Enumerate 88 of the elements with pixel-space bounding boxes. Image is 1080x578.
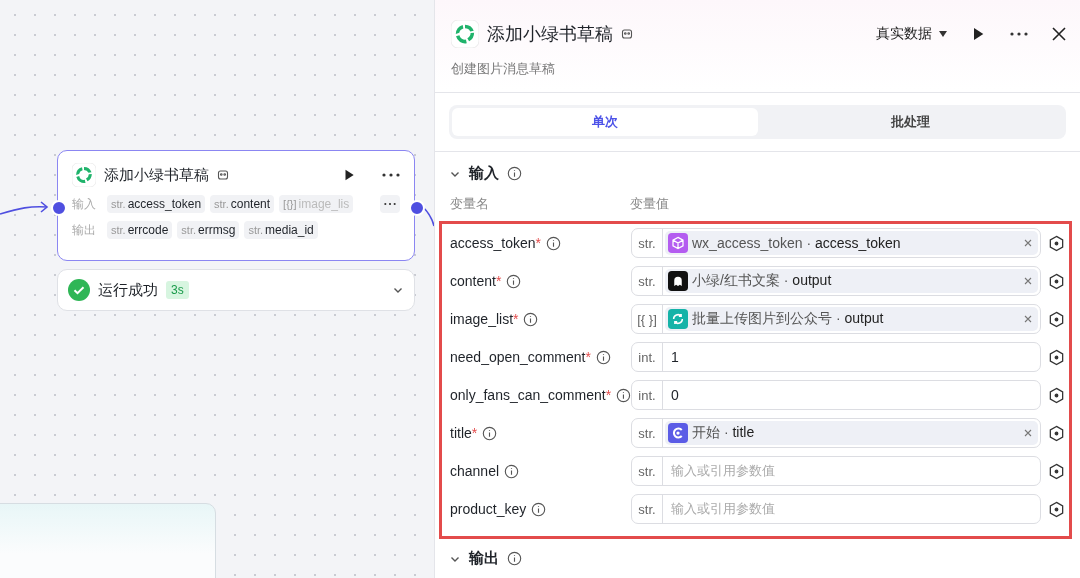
parameter-name: only_fans_can_comment* bbox=[450, 387, 612, 403]
type-label: int. bbox=[632, 343, 663, 371]
variable-reference[interactable]: wx_access_token · access_token bbox=[665, 231, 1038, 255]
column-header: 变量名 bbox=[450, 195, 490, 213]
clear-icon[interactable] bbox=[1024, 277, 1032, 285]
value-field[interactable]: str. 开始 · title bbox=[631, 418, 1041, 448]
parameter-name: product_key bbox=[450, 501, 527, 517]
value-field[interactable]: str. wx_access_token · access_token bbox=[631, 228, 1041, 258]
more-icon[interactable] bbox=[382, 172, 400, 178]
info-icon bbox=[504, 463, 520, 479]
duration-badge: 3s bbox=[166, 281, 189, 299]
info-icon bbox=[507, 551, 522, 566]
port-chip: str. access_token bbox=[107, 195, 206, 213]
node-card[interactable] bbox=[0, 503, 216, 578]
run-status-bar[interactable]: 运行成功 3s bbox=[57, 269, 415, 311]
node-card[interactable]: 添加小绿书草稿 输入 str. access_token str. content [{}] image_lis 输出 str. errcode str. errmsg str. media_id bbox=[57, 150, 415, 261]
column-header: 变量值 bbox=[630, 195, 669, 213]
type-label: [{ }] bbox=[632, 305, 663, 333]
type-label: str. bbox=[632, 419, 663, 447]
info-icon bbox=[616, 387, 631, 403]
input-label: 输入 bbox=[72, 195, 97, 213]
clear-icon[interactable] bbox=[1024, 429, 1032, 437]
type-label: str. bbox=[632, 267, 663, 295]
value-field[interactable]: str. 输入或引用参数值 bbox=[631, 494, 1041, 524]
app-logo-icon bbox=[451, 20, 479, 48]
value-field[interactable]: str. 小绿/红书文案 · output bbox=[631, 266, 1041, 296]
parameter-name: image_list* bbox=[450, 311, 519, 327]
connector-line bbox=[422, 206, 434, 227]
clear-icon[interactable] bbox=[1024, 315, 1032, 323]
parameter-name: need_open_comment* bbox=[450, 349, 591, 365]
output-port[interactable] bbox=[409, 200, 425, 216]
parameter-name: title* bbox=[450, 425, 478, 441]
port-chip: str. content bbox=[210, 195, 275, 213]
caret-icon bbox=[938, 30, 948, 38]
data-mode-dropdown[interactable]: 真实数据 bbox=[876, 25, 948, 43]
connector-arrow bbox=[0, 201, 49, 215]
panel-title: 添加小绿书草稿 bbox=[487, 23, 613, 46]
value-field[interactable]: int. 1 bbox=[631, 342, 1041, 372]
variable-reference[interactable]: 小绿/红书文案 · output bbox=[665, 269, 1038, 293]
parameter-name: content* bbox=[450, 273, 502, 289]
success-icon bbox=[68, 279, 90, 301]
variable-select-icon[interactable] bbox=[1048, 424, 1065, 442]
type-label: str. bbox=[632, 457, 663, 485]
variable-select-icon[interactable] bbox=[1048, 462, 1065, 480]
tab[interactable]: 单次 bbox=[452, 108, 758, 136]
port-chip: str. errcode bbox=[107, 221, 173, 239]
port-chip: str. media_id bbox=[244, 221, 318, 239]
clear-icon[interactable] bbox=[1024, 239, 1032, 247]
more-icon[interactable] bbox=[384, 201, 396, 207]
variable-select-icon[interactable] bbox=[1048, 272, 1065, 290]
tab[interactable]: 批处理 bbox=[757, 108, 1063, 136]
robot-icon bbox=[217, 169, 229, 181]
value-field[interactable]: str. 输入或引用参数值 bbox=[631, 456, 1041, 486]
info-icon bbox=[595, 349, 611, 365]
type-label: str. bbox=[632, 495, 663, 523]
parameter-name: access_token* bbox=[450, 235, 542, 251]
output-label: 输出 bbox=[72, 221, 97, 239]
node-title: 添加小绿书草稿 bbox=[104, 165, 209, 185]
value-field[interactable]: [{ }] 批量上传图片到公众号 · output bbox=[631, 304, 1041, 334]
port-chip: str. errmsg bbox=[177, 221, 240, 239]
port-chip: [{}] image_lis bbox=[279, 195, 354, 213]
variable-select-icon[interactable] bbox=[1048, 348, 1065, 366]
more-icon[interactable] bbox=[1010, 31, 1028, 37]
panel-subtitle: 创建图片消息草稿 bbox=[435, 48, 1080, 93]
section-title: 输出 bbox=[469, 549, 499, 568]
close-icon[interactable] bbox=[1052, 27, 1066, 41]
variable-select-icon[interactable] bbox=[1048, 500, 1065, 518]
value-field[interactable]: int. 0 bbox=[631, 380, 1041, 410]
variable-reference[interactable]: 批量上传图片到公众号 · output bbox=[665, 307, 1038, 331]
info-icon bbox=[523, 311, 539, 327]
app-logo-icon bbox=[72, 163, 96, 187]
parameter-name: channel bbox=[450, 463, 500, 479]
info-icon bbox=[506, 273, 522, 289]
info-icon bbox=[507, 166, 522, 181]
info-icon bbox=[531, 501, 547, 517]
type-label: int. bbox=[632, 381, 663, 409]
variable-select-icon[interactable] bbox=[1048, 234, 1065, 252]
section-title: 输入 bbox=[469, 164, 499, 183]
info-icon bbox=[482, 425, 498, 441]
more-button[interactable] bbox=[380, 195, 400, 213]
input-port[interactable] bbox=[51, 200, 67, 216]
info-icon bbox=[546, 235, 562, 251]
status-text: 运行成功 bbox=[98, 280, 158, 300]
variable-select-icon[interactable] bbox=[1048, 386, 1065, 404]
variable-reference[interactable]: 开始 · title bbox=[665, 421, 1038, 445]
robot-icon bbox=[621, 28, 633, 40]
variable-select-icon[interactable] bbox=[1048, 310, 1065, 328]
type-label: str. bbox=[632, 229, 663, 257]
